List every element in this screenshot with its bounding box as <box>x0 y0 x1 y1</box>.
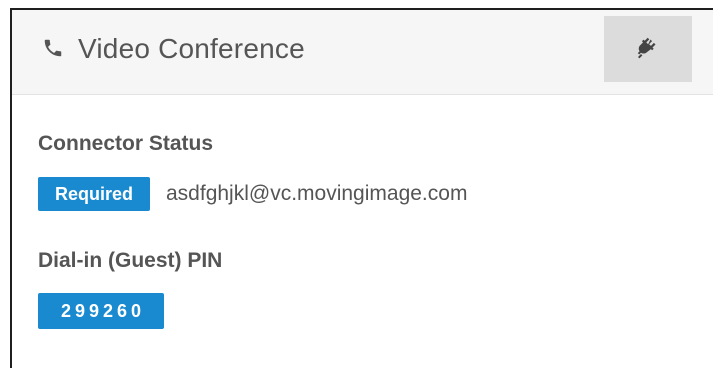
page-title: Video Conference <box>78 33 305 64</box>
plug-icon <box>637 37 656 59</box>
connector-plug-button[interactable] <box>604 16 692 82</box>
panel-header: Video Conference <box>12 10 713 95</box>
phone-icon <box>44 39 62 57</box>
panel-body: Connector Status Required asdfghjkl@vc.m… <box>12 95 713 368</box>
pin-badge: 299260 <box>38 293 164 329</box>
status-badge: Required <box>38 177 150 211</box>
video-conference-panel: Video Conference Connector Status Requir… <box>10 8 713 368</box>
dial-in-pin-label: Dial-in (Guest) PIN <box>38 249 223 272</box>
connector-address: asdfghjkl@vc.movingimage.com <box>166 182 468 205</box>
connector-status-label: Connector Status <box>38 132 214 155</box>
